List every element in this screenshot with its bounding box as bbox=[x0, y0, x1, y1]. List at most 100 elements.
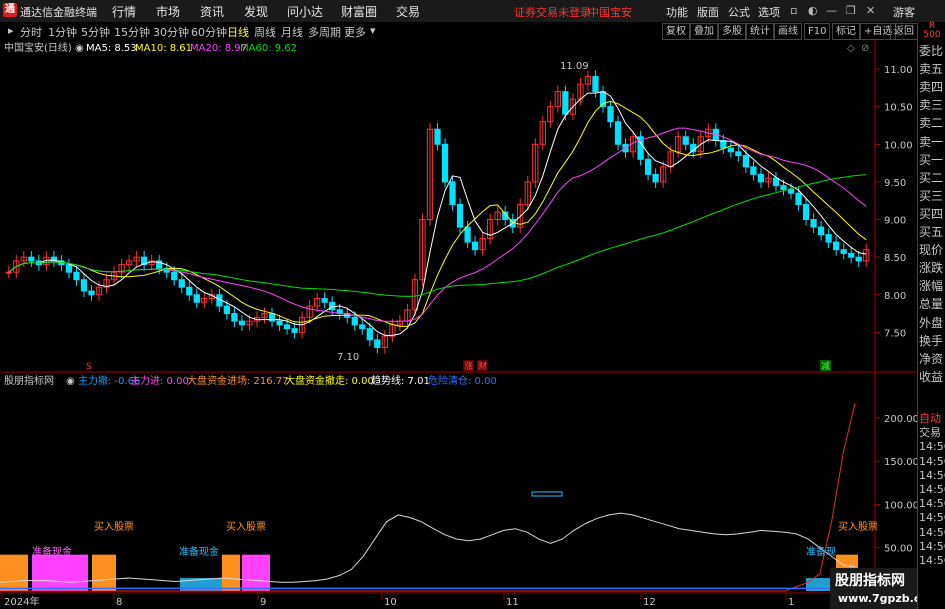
candle-body[interactable] bbox=[840, 249, 847, 254]
candle-body[interactable] bbox=[231, 313, 238, 322]
login-warning[interactable]: 证券交易未登录 bbox=[514, 4, 591, 20]
side-panel-item[interactable]: 自动 bbox=[919, 412, 941, 426]
candle-body[interactable] bbox=[825, 234, 832, 243]
candle-body[interactable] bbox=[471, 241, 479, 251]
candle-body[interactable] bbox=[810, 219, 817, 228]
candle-body[interactable] bbox=[735, 151, 742, 157]
side-panel-item[interactable]: 买二 bbox=[919, 171, 943, 185]
menu-item-shichang[interactable]: 市场 bbox=[156, 3, 180, 20]
side-panel-item[interactable]: 14:56 bbox=[919, 440, 945, 454]
side-panel-item[interactable]: 卖三 bbox=[919, 98, 943, 112]
chart-close-icon[interactable]: ⊘ bbox=[861, 43, 869, 54]
kline-chart[interactable]: 7.50 8.00 8.50 9.00 9.50 10.00 10.50 11.00 50.0… bbox=[0, 40, 917, 609]
menu-item-jiaoyi[interactable]: 交易 bbox=[396, 3, 420, 20]
guest-label[interactable]: 游客 bbox=[893, 4, 915, 20]
candle-body[interactable] bbox=[848, 252, 855, 258]
candle-body[interactable] bbox=[652, 173, 659, 183]
side-panel-item[interactable]: 交易 bbox=[919, 426, 941, 440]
candle-body[interactable] bbox=[682, 136, 689, 145]
candle-body[interactable] bbox=[802, 203, 810, 221]
chart-settings-icon[interactable]: ◇ bbox=[847, 43, 855, 54]
side-panel-item[interactable]: 现价 bbox=[919, 243, 943, 257]
side-panel-item[interactable]: 收益 bbox=[919, 370, 943, 384]
side-panel-item[interactable]: 买一 bbox=[919, 153, 943, 167]
candle-body[interactable] bbox=[5, 271, 12, 274]
mark-button[interactable]: 标记 bbox=[832, 23, 860, 40]
f10-button[interactable]: F10 bbox=[804, 23, 831, 40]
side-panel-item[interactable]: 外盘 bbox=[919, 316, 943, 330]
candle-body[interactable] bbox=[80, 279, 88, 292]
menu-options[interactable]: 选项 bbox=[758, 4, 780, 20]
side-panel-item[interactable]: 卖五 bbox=[919, 62, 943, 76]
fuquan-button[interactable]: 复权 bbox=[662, 23, 690, 40]
tab-period-15m[interactable]: 15分钟 bbox=[114, 24, 150, 40]
side-panel-item[interactable]: 涨跌 bbox=[919, 261, 943, 275]
candle-body[interactable] bbox=[291, 328, 298, 333]
side-panel-item[interactable]: 14:56 bbox=[919, 554, 945, 568]
candle-body[interactable] bbox=[321, 298, 328, 303]
menu-item-hangqing[interactable]: 行情 bbox=[112, 3, 136, 20]
side-panel-item[interactable]: 涨幅 bbox=[919, 279, 943, 293]
side-panel-item[interactable]: 换手 bbox=[919, 334, 943, 348]
candle-body[interactable] bbox=[607, 106, 614, 123]
candle-body[interactable] bbox=[750, 166, 757, 175]
more-chevron-icon[interactable]: ▾ bbox=[370, 24, 376, 37]
candle-body[interactable] bbox=[795, 192, 802, 205]
side-panel-item[interactable]: 14:56 bbox=[919, 469, 945, 483]
tab-period-more[interactable]: 更多 bbox=[344, 24, 366, 40]
candle-body[interactable] bbox=[276, 320, 283, 326]
tab-period-60m[interactable]: 60分钟 bbox=[191, 24, 227, 40]
candle-body[interactable] bbox=[283, 324, 291, 330]
side-panel-item[interactable]: 14:56 bbox=[919, 511, 945, 525]
draw-line-button[interactable]: 画线 bbox=[774, 23, 802, 40]
candle-body[interactable] bbox=[359, 324, 366, 330]
menu-item-zixun[interactable]: 资讯 bbox=[200, 3, 224, 20]
side-panel-item[interactable]: 卖四 bbox=[919, 80, 943, 94]
menu-function[interactable]: 功能 bbox=[666, 4, 688, 20]
candle-body[interactable] bbox=[644, 158, 652, 175]
side-panel-item[interactable]: 买五 bbox=[919, 225, 943, 239]
side-panel-item[interactable]: 卖一 bbox=[919, 135, 943, 149]
tab-period-fenshi[interactable]: 分时 bbox=[20, 24, 42, 40]
candle-body[interactable] bbox=[88, 290, 95, 296]
candle-body[interactable] bbox=[757, 173, 765, 183]
tab-period-weekly[interactable]: 周线 bbox=[254, 24, 276, 40]
candle-body[interactable] bbox=[186, 286, 193, 296]
ma-toggle-icon[interactable]: ◉ bbox=[75, 43, 84, 54]
candle-body[interactable] bbox=[193, 294, 200, 303]
menu-layout[interactable]: 版面 bbox=[697, 4, 719, 20]
side-panel-item[interactable]: 14:56 bbox=[919, 483, 945, 497]
candle-body[interactable] bbox=[366, 328, 373, 341]
back-button[interactable]: 返回 bbox=[890, 23, 918, 40]
candle-body[interactable] bbox=[562, 91, 569, 115]
skin-icon[interactable]: ◐ bbox=[808, 4, 818, 17]
stats-button[interactable]: 统计 bbox=[746, 23, 774, 40]
candle-body[interactable] bbox=[780, 185, 787, 190]
side-panel-item[interactable]: 14:56 bbox=[919, 497, 945, 511]
candle-body[interactable] bbox=[223, 305, 231, 315]
candle-body[interactable] bbox=[434, 128, 441, 145]
candle-body[interactable] bbox=[456, 203, 464, 228]
minimize-icon[interactable]: — bbox=[826, 4, 837, 17]
menu-item-faxian[interactable]: 发现 bbox=[244, 3, 268, 20]
side-panel-item[interactable]: 14:56 bbox=[919, 540, 945, 554]
candle-body[interactable] bbox=[28, 256, 35, 262]
multi-stock-button[interactable]: 多股 bbox=[718, 23, 746, 40]
tab-period-expand-icon[interactable]: ▸ bbox=[8, 24, 14, 37]
menu-formula[interactable]: 公式 bbox=[728, 4, 750, 20]
tab-period-30m[interactable]: 30分钟 bbox=[153, 24, 189, 40]
side-panel-item[interactable]: 卖二 bbox=[919, 116, 943, 130]
candle-body[interactable] bbox=[464, 226, 471, 243]
side-panel-item[interactable]: 买四 bbox=[919, 207, 943, 221]
tab-period-monthly[interactable]: 月线 bbox=[281, 24, 303, 40]
indicator-toggle-icon[interactable]: ◉ bbox=[66, 376, 75, 387]
candle-body[interactable] bbox=[171, 271, 178, 281]
candle-body[interactable] bbox=[441, 143, 449, 183]
candle-body[interactable] bbox=[329, 301, 336, 311]
candle-body[interactable] bbox=[73, 271, 80, 281]
candle-body[interactable] bbox=[238, 320, 246, 326]
tab-period-daily[interactable]: 日线 bbox=[227, 24, 249, 40]
side-panel-item[interactable]: 委比 bbox=[919, 44, 943, 58]
candle-body[interactable] bbox=[592, 76, 599, 93]
side-panel-item[interactable]: 总量 bbox=[919, 297, 943, 311]
